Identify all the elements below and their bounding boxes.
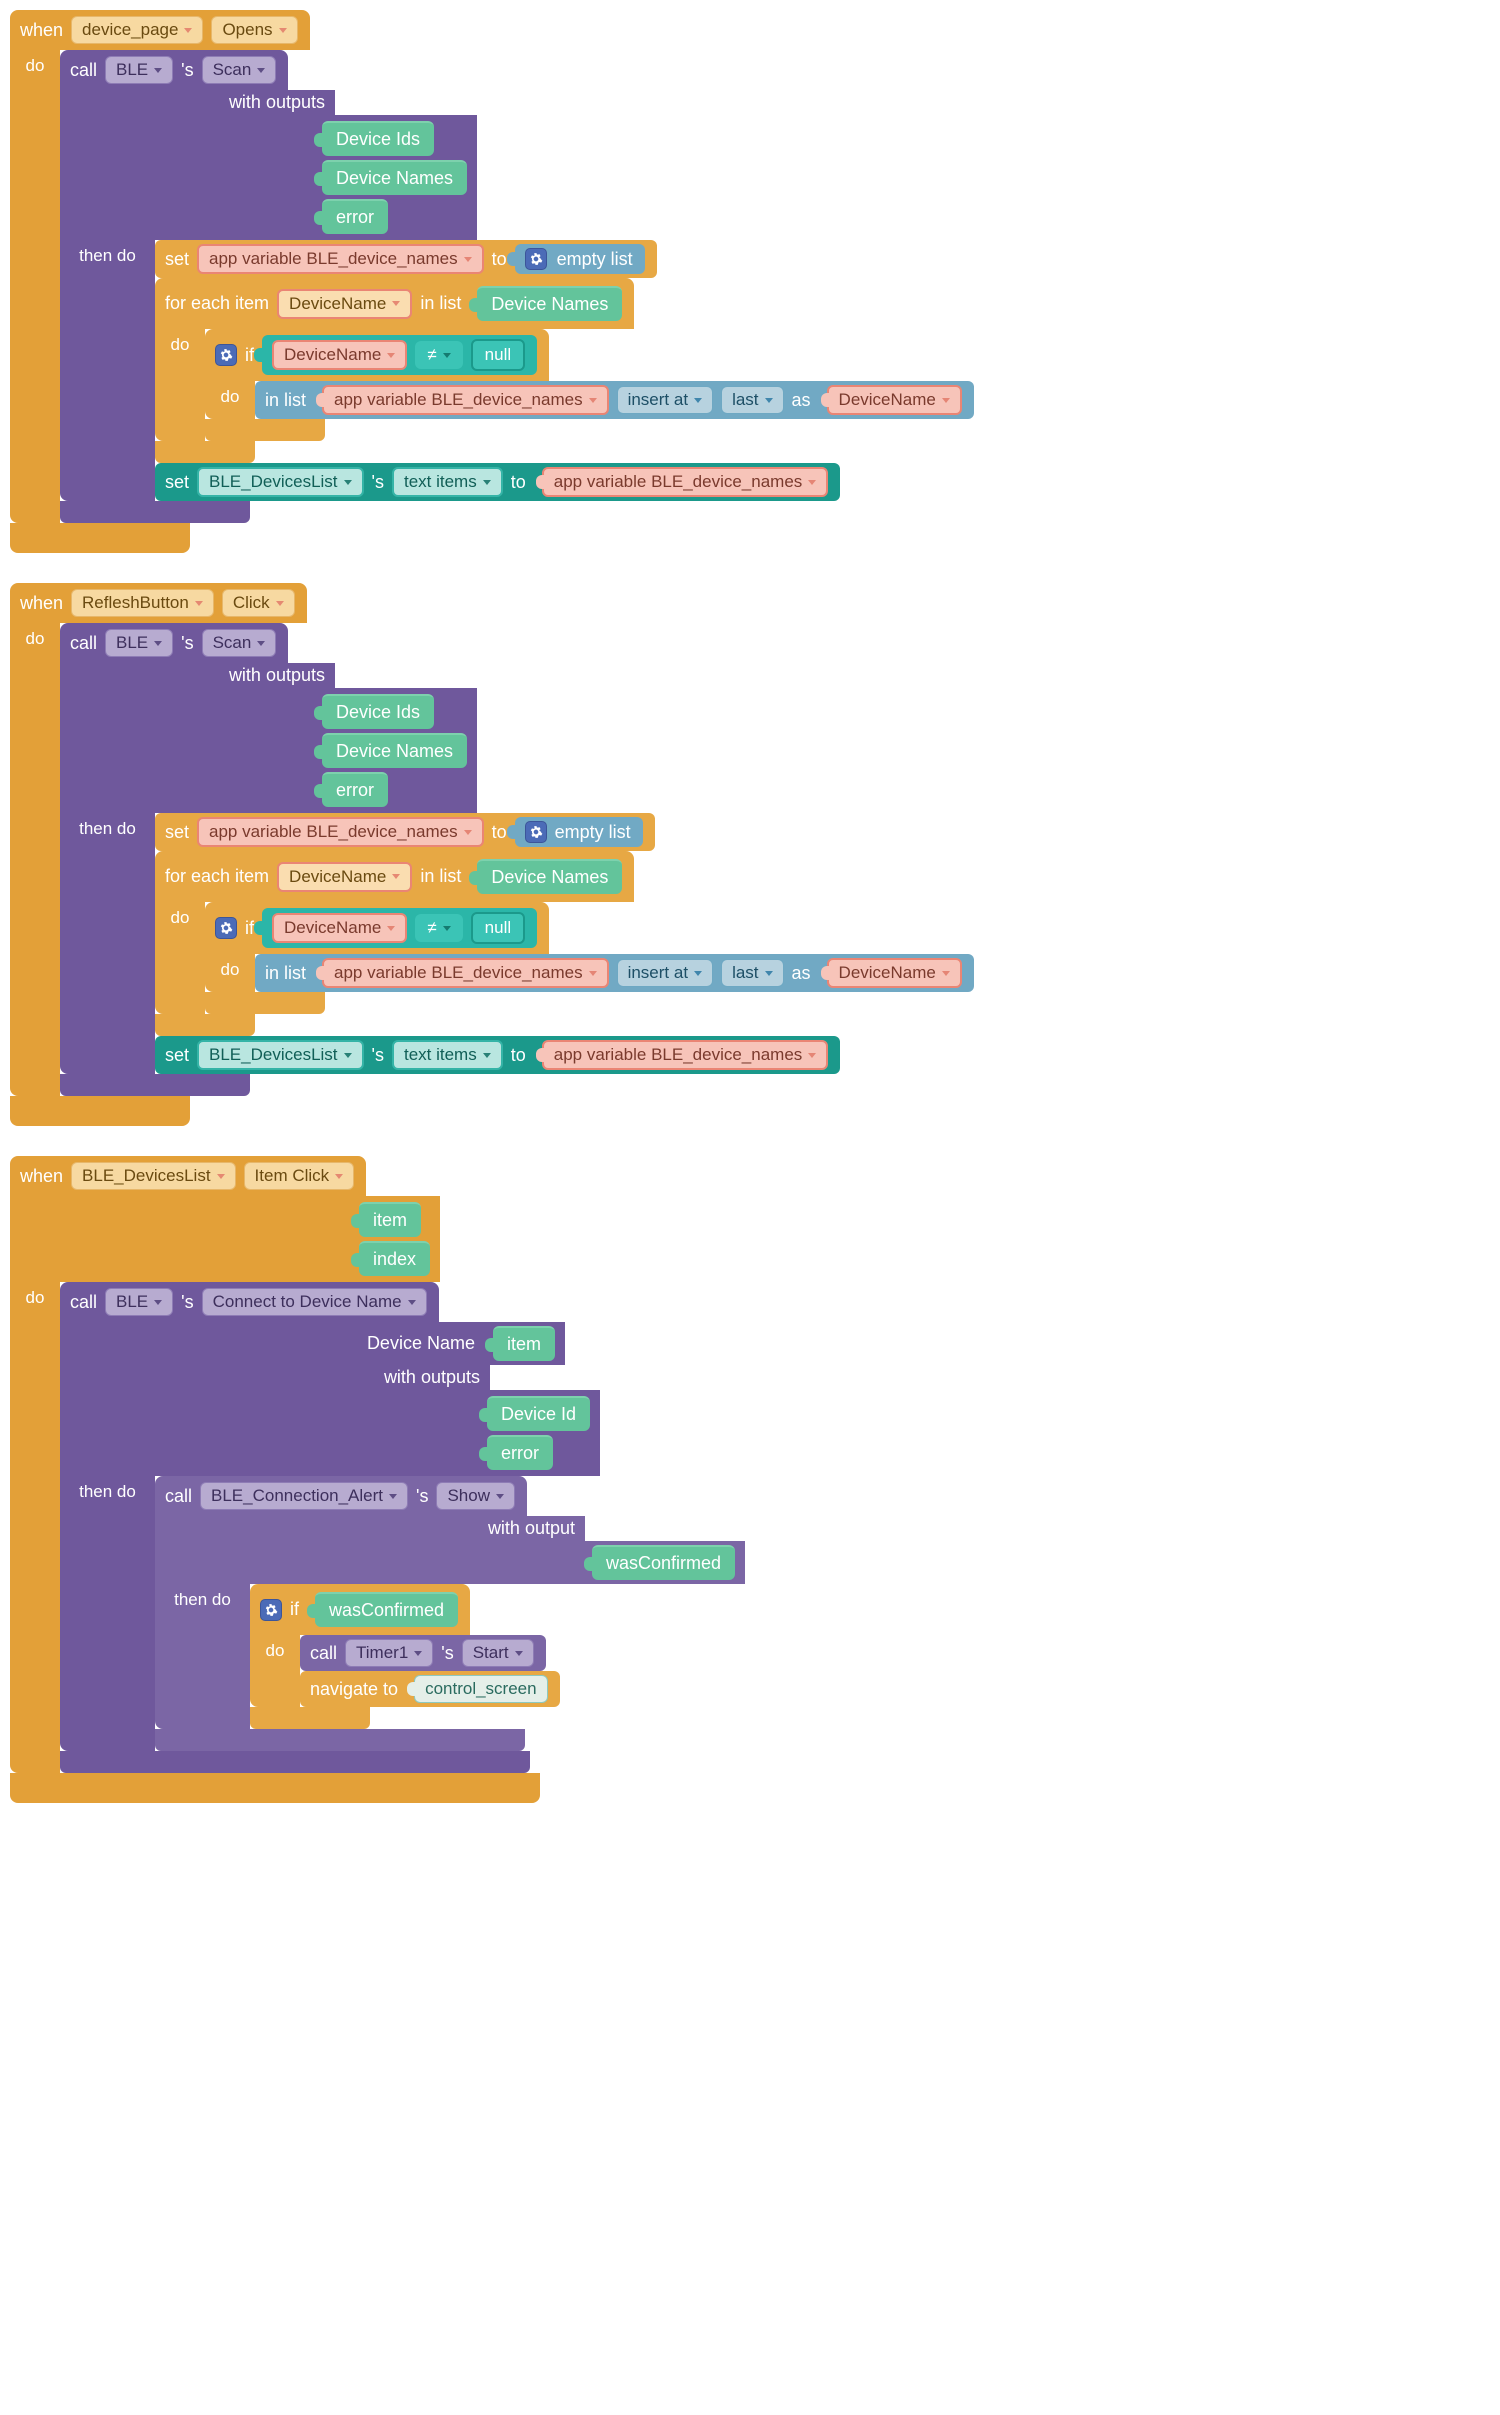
if-block[interactable]: if DeviceName ≠ null	[205, 329, 549, 381]
output-error[interactable]: error	[322, 199, 388, 234]
for-each-block[interactable]: for each item DeviceName in list Device …	[155, 278, 634, 329]
when-ble-deviceslist-itemclick[interactable]: when BLE_DevicesList Item Click item ind…	[10, 1156, 745, 1803]
then-do-rail: then do	[60, 240, 155, 501]
output-device-ids[interactable]: Device Ids	[322, 121, 434, 156]
list-op[interactable]: insert at	[617, 386, 713, 414]
if-wasconfirmed[interactable]: if wasConfirmed	[250, 1584, 470, 1635]
empty-list-block[interactable]: empty list	[515, 244, 645, 274]
output-wasconfirmed[interactable]: wasConfirmed	[592, 1545, 735, 1580]
gear-icon[interactable]	[525, 821, 547, 843]
compare-block[interactable]: DeviceName ≠ null	[262, 335, 537, 375]
gear-icon[interactable]	[215, 344, 237, 366]
compare-left[interactable]: DeviceName	[272, 340, 407, 370]
gear-icon[interactable]	[215, 917, 237, 939]
compare-op[interactable]: ≠	[415, 341, 462, 369]
loop-list-arg[interactable]: Device Names	[477, 286, 622, 321]
component-dropdown[interactable]: BLE_DevicesList	[197, 467, 364, 497]
when-target-dropdown[interactable]: device_page	[71, 16, 203, 44]
when-reflesh-button-block[interactable]: when RefleshButton Click do call BLE 's …	[10, 583, 974, 1126]
call-timer-start[interactable]: call Timer1 's Start	[300, 1635, 546, 1671]
when-event-dropdown[interactable]: Opens	[211, 16, 297, 44]
device-name-param-label: Device Name	[367, 1333, 475, 1354]
call-ble-scan[interactable]: call BLE 's Scan	[60, 50, 288, 90]
with-outputs-label: with outputs	[229, 92, 325, 113]
when-keyword: when	[20, 20, 63, 41]
ble-dropdown[interactable]: BLE	[105, 56, 173, 84]
gear-icon[interactable]	[260, 1599, 282, 1621]
do-rail: do	[10, 50, 60, 523]
call-ble-connect[interactable]: call BLE 's Connect to Device Name	[60, 1282, 439, 1322]
set-list-items-block[interactable]: set BLE_DevicesList 's text items to app…	[155, 463, 840, 501]
output-index[interactable]: index	[359, 1241, 430, 1276]
call-ble-scan[interactable]: call BLE 's Scan	[60, 623, 288, 663]
output-device-id[interactable]: Device Id	[487, 1396, 590, 1431]
loop-var-dropdown[interactable]: DeviceName	[277, 289, 412, 319]
value-dropdown[interactable]: app variable BLE_device_names	[542, 467, 829, 497]
null-literal[interactable]: null	[471, 339, 525, 371]
list-target[interactable]: app variable BLE_device_names	[322, 385, 609, 415]
set-variable-block[interactable]: set app variable BLE_device_names to emp…	[155, 240, 657, 278]
navigate-to-block[interactable]: navigate to control_screen	[300, 1671, 560, 1707]
when-target-dropdown[interactable]: RefleshButton	[71, 589, 214, 617]
when-device-page-block[interactable]: when device_page Opens do call BLE 's Sc…	[10, 10, 974, 553]
screen-selector[interactable]: control_screen	[414, 1675, 548, 1703]
output-item[interactable]: item	[359, 1202, 421, 1237]
list-value[interactable]: DeviceName	[827, 385, 962, 415]
list-position[interactable]: last	[721, 386, 783, 414]
call-alert-show[interactable]: call BLE_Connection_Alert 's Show	[155, 1476, 527, 1516]
variable-dropdown[interactable]: app variable BLE_device_names	[197, 244, 484, 274]
output-error[interactable]: error	[487, 1435, 553, 1470]
scan-dropdown[interactable]: Scan	[202, 56, 277, 84]
property-dropdown[interactable]: text items	[392, 467, 503, 497]
list-insert-block[interactable]: in list app variable BLE_device_names in…	[255, 381, 974, 419]
gear-icon[interactable]	[525, 248, 547, 270]
output-device-names[interactable]: Device Names	[322, 160, 467, 195]
when-event-dropdown[interactable]: Click	[222, 589, 295, 617]
